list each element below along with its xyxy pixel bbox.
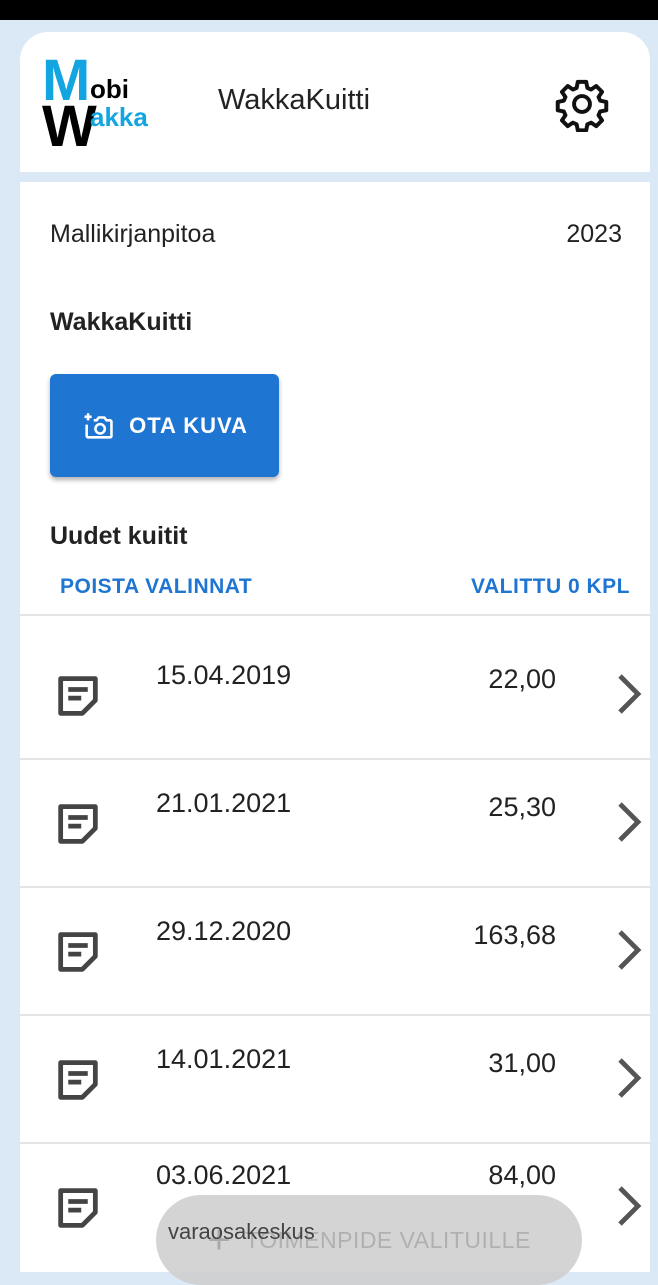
receipt-vendor: varaosakeskus xyxy=(168,1219,315,1244)
gear-icon xyxy=(555,79,609,133)
chevron-right-icon xyxy=(618,1058,642,1098)
fiscal-year: 2023 xyxy=(566,220,622,248)
clear-selection-button[interactable]: POISTA VALINNAT xyxy=(60,575,252,599)
receipt-amount: 31,00 xyxy=(488,1048,556,1078)
receipt-note-icon xyxy=(58,932,98,972)
chevron-right-icon xyxy=(618,674,642,714)
app-header: M obi W akka WakkaKuitti xyxy=(20,32,650,172)
receipt-amount: 22,00 xyxy=(488,664,556,694)
receipts-title: Uudet kuitit xyxy=(50,522,188,550)
app-container: M obi W akka WakkaKuitti Mallikirjanpito… xyxy=(8,20,650,1285)
receipt-note-icon xyxy=(58,676,98,716)
receipt-note-icon xyxy=(58,1188,98,1228)
section-title: WakkaKuitti xyxy=(50,308,193,336)
main-content: Mallikirjanpitoa 2023 WakkaKuitti OTA KU… xyxy=(20,182,650,1285)
receipt-date: 21.01.2021 xyxy=(156,788,292,818)
camera-plus-icon xyxy=(84,412,113,439)
receipt-amount: 163,68 xyxy=(473,920,556,950)
mobiwakka-logo: M obi W akka xyxy=(42,48,148,159)
receipt-date: 14.01.2021 xyxy=(156,1044,292,1074)
receipt-row[interactable]: 15.04.2019 22,00 xyxy=(20,616,650,744)
take-photo-label: OTA KUVA xyxy=(129,412,248,438)
receipt-date: 29.12.2020 xyxy=(156,916,292,946)
selected-count[interactable]: VALITTU 0 KPL xyxy=(471,575,630,599)
receipt-date: 03.06.2021 xyxy=(156,1160,292,1190)
receipt-date: 15.04.2019 xyxy=(156,660,292,690)
receipt-amount: 84,00 xyxy=(488,1160,556,1190)
receipt-row[interactable]: 21.01.2021 25,30 xyxy=(20,760,650,888)
app-title: WakkaKuitti xyxy=(218,84,371,116)
receipt-note-icon xyxy=(58,1060,98,1100)
company-name: Mallikirjanpitoa xyxy=(50,220,216,248)
chevron-right-icon xyxy=(618,930,642,970)
receipt-row[interactable]: 29.12.2020 163,68 xyxy=(20,888,650,1016)
settings-button[interactable] xyxy=(554,76,610,133)
chevron-right-icon xyxy=(618,1186,642,1226)
receipt-row[interactable]: 14.01.2021 31,00 xyxy=(20,1016,650,1144)
receipt-note-icon xyxy=(58,804,98,844)
receipt-amount: 25,30 xyxy=(488,792,556,822)
take-photo-button[interactable]: OTA KUVA xyxy=(50,374,279,477)
status-bar xyxy=(0,0,658,20)
chevron-right-icon xyxy=(618,802,642,842)
